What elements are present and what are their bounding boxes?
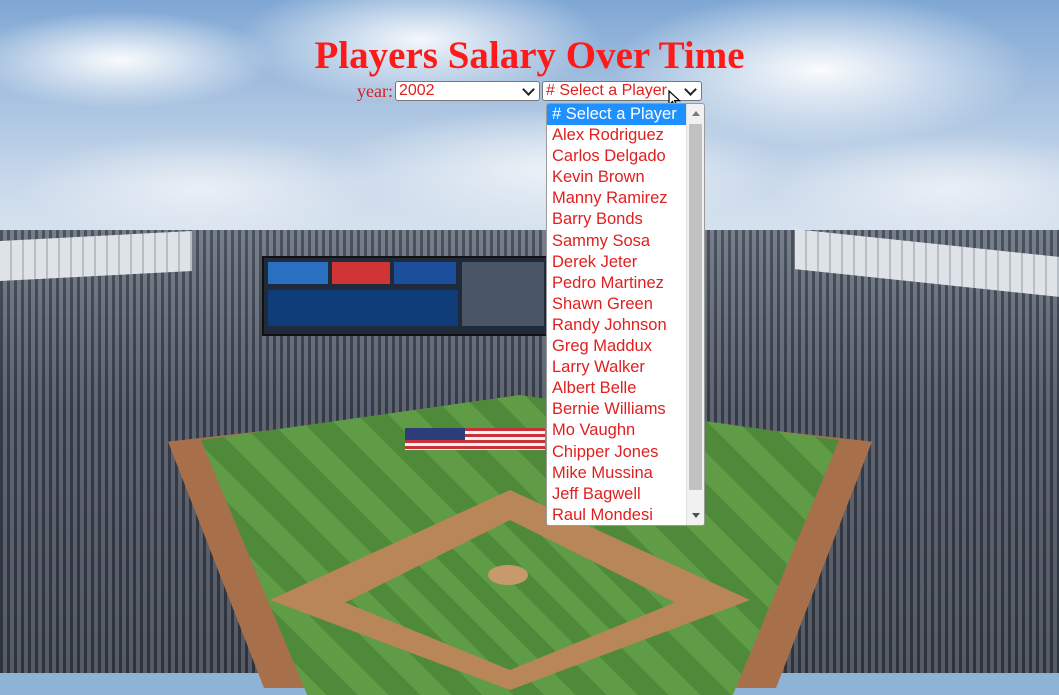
year-select[interactable]: 2002: [394, 81, 540, 101]
player-option[interactable]: Mike Mussina: [547, 463, 687, 484]
player-option[interactable]: Jeff Bagwell: [547, 484, 687, 505]
player-option[interactable]: Raul Mondesi: [547, 505, 687, 525]
player-options: # Select a Player Alex Rodriguez Carlos De…: [547, 104, 687, 525]
player-select-value: # Select a Player: [545, 82, 667, 99]
player-option[interactable]: # Select a Player: [547, 104, 687, 126]
player-option[interactable]: Kevin Brown: [547, 167, 687, 188]
scoreboard-panel: [268, 262, 328, 284]
american-flag: [405, 428, 545, 450]
player-option[interactable]: Mo Vaughn: [547, 420, 687, 441]
player-option[interactable]: Chipper Jones: [547, 442, 687, 463]
player-option[interactable]: Larry Walker: [547, 357, 687, 378]
player-option[interactable]: Sammy Sosa: [547, 231, 687, 252]
player-dropdown-list[interactable]: # Select a Player Alex Rodriguez Carlos De…: [546, 103, 705, 526]
year-select-value: 2002: [398, 82, 435, 99]
player-option[interactable]: Randy Johnson: [547, 315, 687, 336]
chevron-down-icon: [684, 83, 697, 96]
player-option[interactable]: Derek Jeter: [547, 252, 687, 273]
scroll-up-arrow-icon[interactable]: [692, 111, 700, 116]
scoreboard-panel: [332, 262, 390, 284]
scoreboard-panel: [268, 290, 458, 326]
scrollbar-thumb[interactable]: [689, 124, 702, 490]
player-option[interactable]: Carlos Delgado: [547, 146, 687, 167]
pitchers-mound: [488, 565, 528, 585]
player-option[interactable]: Albert Belle: [547, 378, 687, 399]
scroll-down-arrow-icon[interactable]: [692, 513, 700, 518]
page-title: Players Salary Over Time: [314, 34, 745, 77]
player-option[interactable]: Barry Bonds: [547, 209, 687, 230]
scoreboard-panel: [462, 262, 544, 326]
scoreboard: [262, 256, 552, 336]
filter-controls: year: 2002 # Select a Player: [357, 80, 702, 102]
player-option[interactable]: Greg Maddux: [547, 336, 687, 357]
player-option[interactable]: Alex Rodriguez: [547, 125, 687, 146]
chevron-down-icon: [522, 83, 535, 96]
year-label: year:: [357, 80, 393, 101]
scoreboard-panel: [394, 262, 456, 284]
player-option[interactable]: Bernie Williams: [547, 399, 687, 420]
player-option[interactable]: Shawn Green: [547, 294, 687, 315]
dropdown-scrollbar[interactable]: [686, 104, 704, 525]
player-option[interactable]: Manny Ramirez: [547, 188, 687, 209]
player-option[interactable]: Pedro Martinez: [547, 273, 687, 294]
